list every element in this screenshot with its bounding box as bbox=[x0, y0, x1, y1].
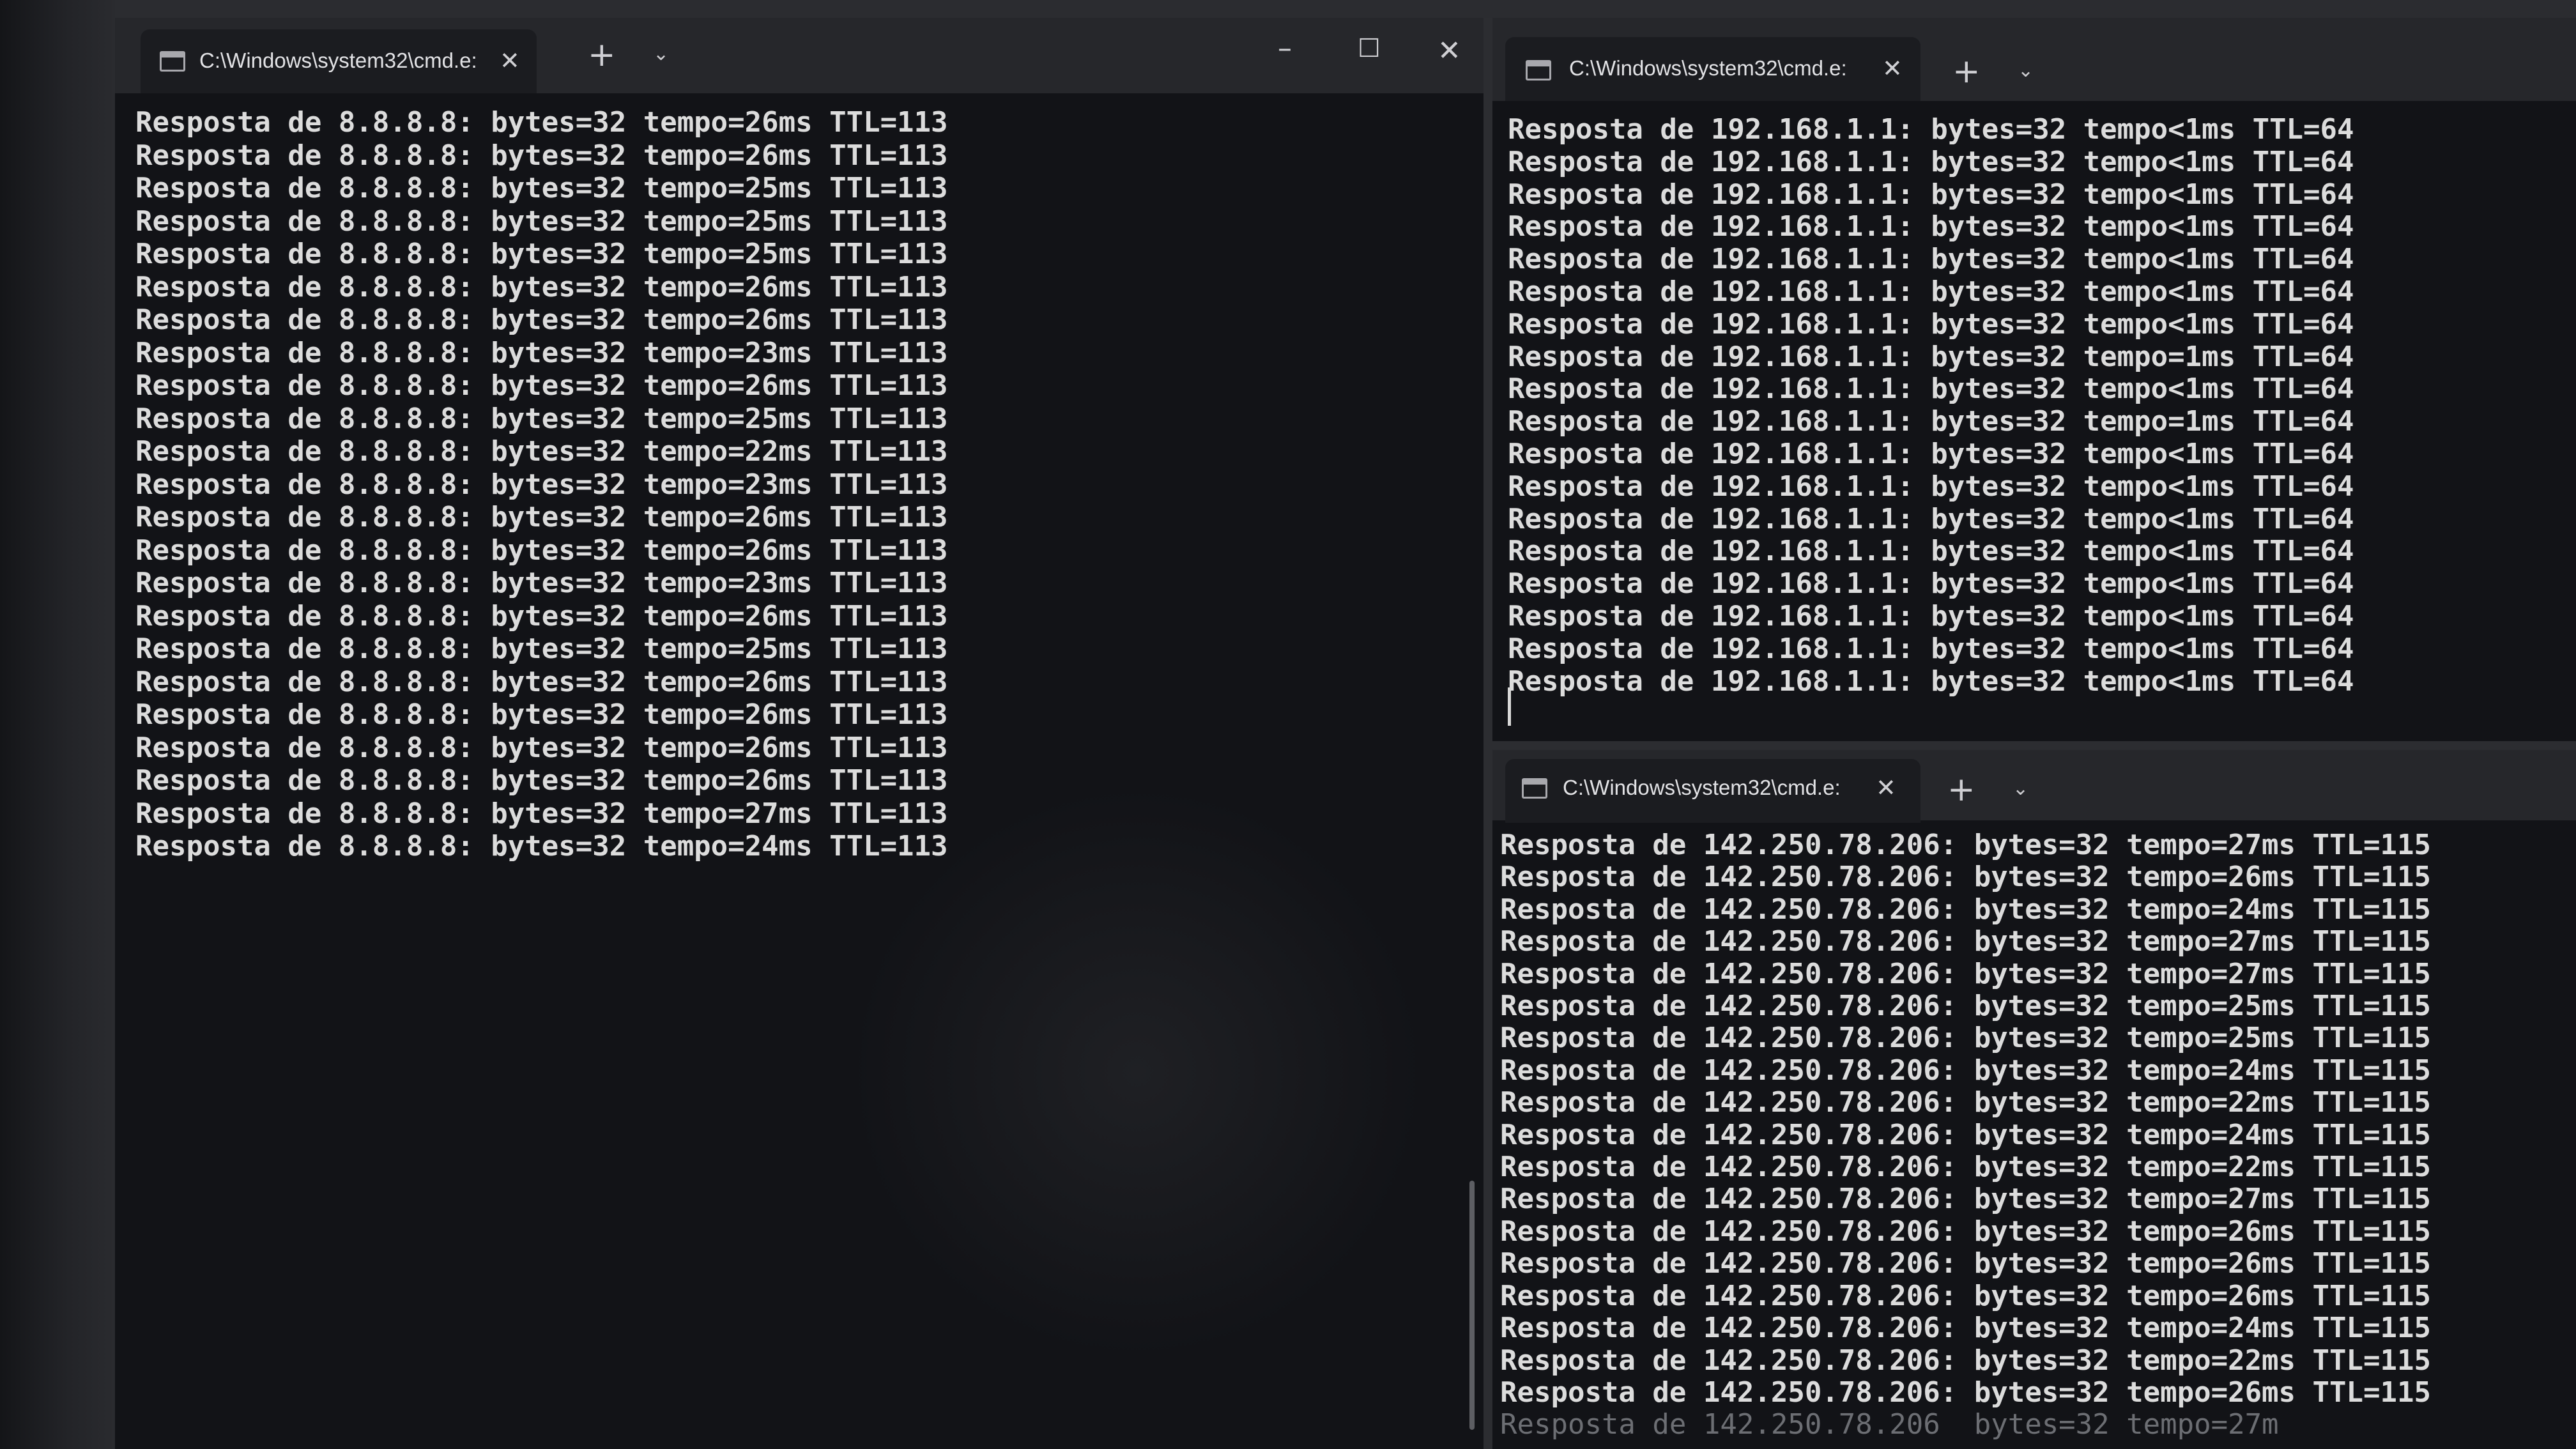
output-line: Resposta de 142.250.78.206: bytes=32 tem… bbox=[1500, 957, 2431, 990]
output-line: Resposta de 8.8.8.8: bytes=32 tempo=25ms… bbox=[135, 172, 948, 204]
output-line: Resposta de 192.168.1.1: bytes=32 tempo<… bbox=[1508, 178, 2354, 211]
pane-divider-vertical[interactable] bbox=[1483, 18, 1492, 1449]
top-right-terminal-output[interactable]: Resposta de 192.168.1.1: bytes=32 tempo<… bbox=[1492, 101, 2576, 741]
output-line: Resposta de 142.250.78.206: bytes=32 tem… bbox=[1500, 1215, 2431, 1248]
output-line: Resposta de 192.168.1.1: bytes=32 tempo=… bbox=[1508, 405, 2354, 438]
output-line: Resposta de 8.8.8.8: bytes=32 tempo=26ms… bbox=[135, 731, 948, 764]
left-tab-bar: C:\Windows\system32\cmd.e: ✕ + ⌄ – ☐ ✕ bbox=[115, 18, 1483, 93]
output-line: Resposta de 142.250.78.206: bytes=32 tem… bbox=[1500, 1022, 2431, 1055]
left-tab-close-icon[interactable]: ✕ bbox=[500, 49, 520, 73]
top-right-tab-menu-chevron-icon[interactable]: ⌄ bbox=[2018, 61, 2034, 80]
bottom-right-terminal-output[interactable]: Resposta de 142.250.78.206: bytes=32 tem… bbox=[1492, 820, 2576, 1449]
output-line: Resposta de 8.8.8.8: bytes=32 tempo=25ms… bbox=[135, 238, 948, 270]
output-line: Resposta de 142.250.78.206: bytes=32 tem… bbox=[1500, 1054, 2431, 1087]
bottom-right-tab-bar: C:\Windows\system32\cmd.e: ✕ + ⌄ bbox=[1492, 750, 2576, 823]
monitor-top-edge bbox=[115, 0, 2576, 18]
bottom-right-tab[interactable]: C:\Windows\system32\cmd.e: ✕ bbox=[1505, 759, 1920, 823]
output-line: Resposta de 8.8.8.8: bytes=32 tempo=26ms… bbox=[135, 501, 948, 533]
output-line: Resposta de 192.168.1.1: bytes=32 tempo<… bbox=[1508, 145, 2354, 178]
output-line: Resposta de 192.168.1.1: bytes=32 tempo<… bbox=[1508, 535, 2354, 568]
output-line: Resposta de 142.250.78.206: bytes=32 tem… bbox=[1500, 1312, 2431, 1345]
output-line: Resposta de 142.250.78.206: bytes=32 tem… bbox=[1500, 1376, 2431, 1409]
output-line: Resposta de 142.250.78.206: bytes=32 tem… bbox=[1500, 1151, 2431, 1184]
top-right-new-tab-icon[interactable]: + bbox=[1952, 55, 1981, 88]
left-terminal-window: C:\Windows\system32\cmd.e: ✕ + ⌄ – ☐ ✕ R… bbox=[115, 18, 1483, 1449]
output-line: Resposta de 192.168.1.1: bytes=32 tempo<… bbox=[1508, 275, 2354, 308]
top-right-terminal-window: C:\Windows\system32\cmd.e: ✕ + ⌄ Respost… bbox=[1492, 18, 2576, 741]
output-line: Resposta de 8.8.8.8: bytes=32 tempo=26ms… bbox=[135, 665, 948, 698]
output-line: Resposta de 8.8.8.8: bytes=32 tempo=26ms… bbox=[135, 270, 948, 303]
output-line: Resposta de 142.250.78.206: bytes=32 tem… bbox=[1500, 990, 2431, 1023]
output-line: Resposta de 142.250.78.206: bytes=32 tem… bbox=[1500, 1086, 2431, 1119]
left-tab-title: C:\Windows\system32\cmd.e: bbox=[199, 49, 477, 72]
output-line: Resposta de 192.168.1.1: bytes=32 tempo<… bbox=[1508, 664, 2354, 698]
output-line: Resposta de 142.250.78.206: bytes=32 tem… bbox=[1500, 829, 2431, 861]
bottom-right-tab-title: C:\Windows\system32\cmd.e: bbox=[1563, 776, 1841, 799]
output-line: Resposta de 142.250.78.206: bytes=32 tem… bbox=[1500, 1183, 2431, 1216]
output-line: Resposta de 8.8.8.8: bytes=32 tempo=26ms… bbox=[135, 599, 948, 632]
pane-divider-horizontal[interactable] bbox=[1492, 741, 2576, 750]
output-line: Resposta de 192.168.1.1: bytes=32 tempo<… bbox=[1508, 567, 2354, 601]
bottom-right-tab-close-icon[interactable]: ✕ bbox=[1876, 776, 1896, 800]
terminal-icon bbox=[1522, 778, 1547, 799]
output-line: Resposta de 192.168.1.1: bytes=32 tempo<… bbox=[1508, 210, 2354, 243]
bottom-right-new-tab-icon[interactable]: + bbox=[1947, 773, 1975, 806]
screen-glare bbox=[850, 785, 1425, 1360]
top-right-tab-title: C:\Windows\system32\cmd.e: bbox=[1569, 56, 1847, 80]
output-line: Resposta de 192.168.1.1: bytes=32 tempo<… bbox=[1508, 599, 2354, 632]
partial-output-line: Resposta de 142.250.78.206 bytes=32 temp… bbox=[1500, 1408, 2279, 1441]
left-tab[interactable]: C:\Windows\system32\cmd.e: ✕ bbox=[141, 29, 537, 93]
output-line: Resposta de 142.250.78.206: bytes=32 tem… bbox=[1500, 893, 2431, 926]
output-line: Resposta de 192.168.1.1: bytes=32 tempo<… bbox=[1508, 470, 2354, 503]
output-line: Resposta de 8.8.8.8: bytes=32 tempo=26ms… bbox=[135, 369, 948, 402]
output-line: Resposta de 8.8.8.8: bytes=32 tempo=26ms… bbox=[135, 303, 948, 336]
output-line: Resposta de 8.8.8.8: bytes=32 tempo=23ms… bbox=[135, 567, 948, 599]
terminal-icon bbox=[1526, 60, 1551, 80]
output-line: Resposta de 192.168.1.1: bytes=32 tempo<… bbox=[1508, 502, 2354, 535]
left-scrollbar[interactable] bbox=[1469, 1181, 1475, 1430]
output-line: Resposta de 142.250.78.206: bytes=32 tem… bbox=[1500, 925, 2431, 958]
output-line: Resposta de 142.250.78.206: bytes=32 tem… bbox=[1500, 1247, 2431, 1280]
output-line: Resposta de 8.8.8.8: bytes=32 tempo=22ms… bbox=[135, 435, 948, 468]
output-line: Resposta de 192.168.1.1: bytes=32 tempo<… bbox=[1508, 632, 2354, 665]
output-line: Resposta de 8.8.8.8: bytes=32 tempo=26ms… bbox=[135, 139, 948, 172]
terminal-icon bbox=[160, 51, 185, 72]
output-line: Resposta de 192.168.1.1: bytes=32 tempo<… bbox=[1508, 307, 2354, 341]
minimize-icon[interactable]: – bbox=[1278, 34, 1292, 63]
top-right-tab-bar: C:\Windows\system32\cmd.e: ✕ + ⌄ bbox=[1492, 18, 2576, 101]
monitor-bezel bbox=[0, 0, 115, 1449]
top-right-tab[interactable]: C:\Windows\system32\cmd.e: ✕ bbox=[1505, 37, 1920, 101]
output-line: Resposta de 192.168.1.1: bytes=32 tempo<… bbox=[1508, 437, 2354, 470]
output-line: Resposta de 142.250.78.206: bytes=32 tem… bbox=[1500, 1118, 2431, 1151]
output-line: Resposta de 8.8.8.8: bytes=32 tempo=23ms… bbox=[135, 468, 948, 501]
output-line: Resposta de 8.8.8.8: bytes=32 tempo=26ms… bbox=[135, 698, 948, 731]
output-line: Resposta de 192.168.1.1: bytes=32 tempo=… bbox=[1508, 340, 2354, 373]
maximize-icon[interactable]: ☐ bbox=[1358, 36, 1381, 61]
close-icon[interactable]: ✕ bbox=[1438, 37, 1461, 65]
output-line: Resposta de 142.250.78.206: bytes=32 tem… bbox=[1500, 1344, 2431, 1377]
bottom-right-tab-menu-chevron-icon[interactable]: ⌄ bbox=[2012, 779, 2028, 799]
left-tab-menu-chevron-icon[interactable]: ⌄ bbox=[653, 45, 669, 64]
text-cursor bbox=[1508, 687, 1511, 726]
output-line: Resposta de 8.8.8.8: bytes=32 tempo=25ms… bbox=[135, 402, 948, 435]
output-line: Resposta de 192.168.1.1: bytes=32 tempo<… bbox=[1508, 113, 2354, 146]
top-right-tab-close-icon[interactable]: ✕ bbox=[1882, 56, 1903, 80]
output-line: Resposta de 8.8.8.8: bytes=32 tempo=26ms… bbox=[135, 106, 948, 139]
output-line: Resposta de 192.168.1.1: bytes=32 tempo<… bbox=[1508, 243, 2354, 276]
output-line: Resposta de 8.8.8.8: bytes=32 tempo=26ms… bbox=[135, 533, 948, 567]
output-line: Resposta de 142.250.78.206: bytes=32 tem… bbox=[1500, 1279, 2431, 1312]
left-new-tab-icon[interactable]: + bbox=[588, 38, 616, 72]
output-line: Resposta de 192.168.1.1: bytes=32 tempo<… bbox=[1508, 372, 2354, 406]
output-line: Resposta de 142.250.78.206: bytes=32 tem… bbox=[1500, 861, 2431, 894]
output-line: Resposta de 8.8.8.8: bytes=32 tempo=23ms… bbox=[135, 336, 948, 369]
output-line: Resposta de 8.8.8.8: bytes=32 tempo=25ms… bbox=[135, 632, 948, 665]
bottom-right-terminal-window: C:\Windows\system32\cmd.e: ✕ + ⌄ Respost… bbox=[1492, 750, 2576, 1449]
output-line: Resposta de 8.8.8.8: bytes=32 tempo=25ms… bbox=[135, 204, 948, 238]
